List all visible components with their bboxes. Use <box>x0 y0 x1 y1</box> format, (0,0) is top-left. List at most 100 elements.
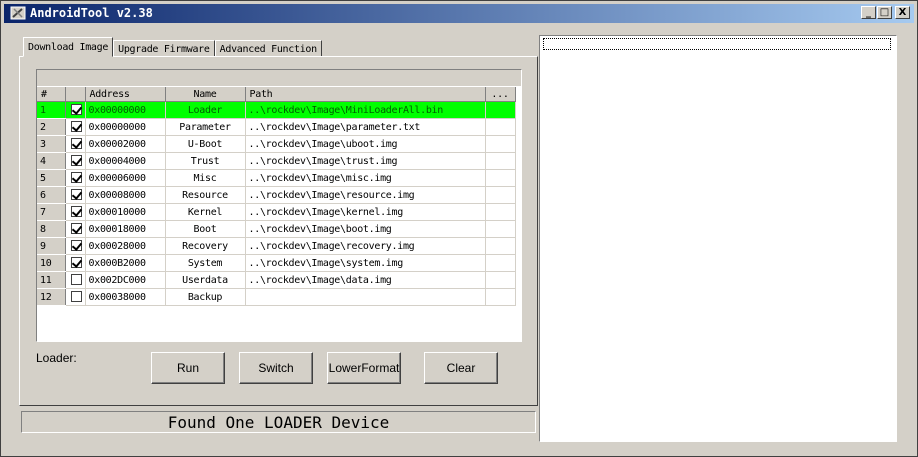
row-name[interactable]: Boot <box>165 220 246 238</box>
row-path[interactable]: ..\rockdev\Image\data.img <box>245 271 486 289</box>
row-more[interactable] <box>485 186 516 204</box>
tab-advanced-function[interactable]: Advanced Function <box>214 40 322 57</box>
row-path[interactable]: ..\rockdev\Image\recovery.img <box>245 237 486 255</box>
row-path[interactable] <box>245 288 486 306</box>
table-row[interactable]: 8 0x00018000 Boot ..\rockdev\Image\boot.img <box>37 220 516 238</box>
row-checkbox[interactable] <box>70 257 82 269</box>
col-path[interactable]: Path <box>245 87 486 102</box>
clear-button[interactable]: Clear <box>424 352 498 384</box>
row-name[interactable]: Userdata <box>165 271 246 289</box>
tab-download-image[interactable]: Download Image <box>23 37 114 57</box>
row-name[interactable]: Trust <box>165 152 246 170</box>
log-panel[interactable] <box>539 35 897 442</box>
col-index[interactable]: # <box>37 87 66 102</box>
row-more[interactable] <box>485 288 516 306</box>
tab-upgrade-firmware[interactable]: Upgrade Firmware <box>113 40 215 57</box>
row-more[interactable] <box>485 152 516 170</box>
row-name[interactable]: Backup <box>165 288 246 306</box>
row-more[interactable] <box>485 169 516 187</box>
col-more[interactable]: ... <box>485 87 516 102</box>
minimize-button[interactable]: _ <box>861 6 876 19</box>
row-more[interactable] <box>485 237 516 255</box>
row-address[interactable]: 0x00018000 <box>85 220 166 238</box>
row-more[interactable] <box>485 254 516 272</box>
col-name[interactable]: Name <box>165 87 246 102</box>
row-path[interactable]: ..\rockdev\Image\system.img <box>245 254 486 272</box>
row-checkbox[interactable] <box>70 104 82 116</box>
table-row[interactable]: 9 0x00028000 Recovery ..\rockdev\Image\reco… <box>37 237 516 255</box>
row-checkbox[interactable] <box>70 206 82 218</box>
row-checkbox-cell[interactable] <box>65 271 86 289</box>
row-checkbox[interactable] <box>70 240 82 252</box>
row-address[interactable]: 0x00038000 <box>85 288 166 306</box>
table-row[interactable]: 6 0x00008000 Resource ..\rockdev\Image\reso… <box>37 186 516 204</box>
row-checkbox-cell[interactable] <box>65 203 86 221</box>
table-row[interactable]: 10 0x000B2000 System ..\rockdev\Image\syste… <box>37 254 516 272</box>
row-checkbox-cell[interactable] <box>65 254 86 272</box>
row-path[interactable]: ..\rockdev\Image\boot.img <box>245 220 486 238</box>
row-name[interactable]: Misc <box>165 169 246 187</box>
row-address[interactable]: 0x00028000 <box>85 237 166 255</box>
row-checkbox-cell[interactable] <box>65 152 86 170</box>
col-check[interactable] <box>65 87 86 102</box>
row-checkbox-cell[interactable] <box>65 118 86 136</box>
row-more[interactable] <box>485 220 516 238</box>
table-row[interactable]: 11 0x002DC000 Userdata ..\rockdev\Image\dat… <box>37 271 516 289</box>
table-row[interactable]: 12 0x00038000 Backup <box>37 288 516 306</box>
row-checkbox-cell[interactable] <box>65 237 86 255</box>
row-checkbox[interactable] <box>70 223 82 235</box>
row-address[interactable]: 0x000B2000 <box>85 254 166 272</box>
row-address[interactable]: 0x00004000 <box>85 152 166 170</box>
row-checkbox[interactable] <box>70 172 82 184</box>
row-more[interactable] <box>485 101 516 119</box>
row-checkbox-cell[interactable] <box>65 220 86 238</box>
row-name[interactable]: Loader <box>165 101 246 119</box>
close-button[interactable]: X <box>895 6 910 19</box>
row-address[interactable]: 0x002DC000 <box>85 271 166 289</box>
row-address[interactable]: 0x00000000 <box>85 101 166 119</box>
row-checkbox-cell[interactable] <box>65 101 86 119</box>
row-name[interactable]: Parameter <box>165 118 246 136</box>
row-path[interactable]: ..\rockdev\Image\parameter.txt <box>245 118 486 136</box>
switch-button[interactable]: Switch <box>239 352 313 384</box>
table-row[interactable]: 1 0x00000000 Loader ..\rockdev\Image\MiniLo… <box>37 101 516 119</box>
row-path[interactable]: ..\rockdev\Image\kernel.img <box>245 203 486 221</box>
row-path[interactable]: ..\rockdev\Image\misc.img <box>245 169 486 187</box>
row-address[interactable]: 0x00010000 <box>85 203 166 221</box>
row-checkbox[interactable] <box>70 138 82 150</box>
table-row[interactable]: 4 0x00004000 Trust ..\rockdev\Image\trust.i… <box>37 152 516 170</box>
row-more[interactable] <box>485 203 516 221</box>
table-row[interactable]: 5 0x00006000 Misc ..\rockdev\Image\misc.img <box>37 169 516 187</box>
row-address[interactable]: 0x00002000 <box>85 135 166 153</box>
table-row[interactable]: 2 0x00000000 Parameter ..\rockdev\Image\par… <box>37 118 516 136</box>
row-more[interactable] <box>485 271 516 289</box>
row-checkbox-cell[interactable] <box>65 135 86 153</box>
maximize-button[interactable]: □ <box>877 6 892 19</box>
row-checkbox-cell[interactable] <box>65 186 86 204</box>
row-more[interactable] <box>485 118 516 136</box>
row-name[interactable]: Kernel <box>165 203 246 221</box>
row-checkbox[interactable] <box>70 189 82 201</box>
row-address[interactable]: 0x00000000 <box>85 118 166 136</box>
row-more[interactable] <box>485 135 516 153</box>
row-name[interactable]: System <box>165 254 246 272</box>
row-checkbox[interactable] <box>70 274 82 286</box>
row-path[interactable]: ..\rockdev\Image\uboot.img <box>245 135 486 153</box>
table-row[interactable]: 7 0x00010000 Kernel ..\rockdev\Image\kernel… <box>37 203 516 221</box>
row-checkbox-cell[interactable] <box>65 288 86 306</box>
row-address[interactable]: 0x00008000 <box>85 186 166 204</box>
row-name[interactable]: U-Boot <box>165 135 246 153</box>
col-address[interactable]: Address <box>85 87 166 102</box>
row-path[interactable]: ..\rockdev\Image\trust.img <box>245 152 486 170</box>
row-checkbox-cell[interactable] <box>65 169 86 187</box>
run-button[interactable]: Run <box>151 352 225 384</box>
row-address[interactable]: 0x00006000 <box>85 169 166 187</box>
row-checkbox[interactable] <box>70 291 82 303</box>
image-list[interactable]: # Address Name Path ... 1 0x00000000 Loade… <box>36 69 522 342</box>
table-row[interactable]: 3 0x00002000 U-Boot ..\rockdev\Image\uboot.… <box>37 135 516 153</box>
lowerformat-button[interactable]: LowerFormat <box>327 352 401 384</box>
row-path[interactable]: ..\rockdev\Image\resource.img <box>245 186 486 204</box>
row-name[interactable]: Recovery <box>165 237 246 255</box>
title-bar[interactable]: AndroidTool v2.38 _ □ X <box>4 4 914 23</box>
row-path[interactable]: ..\rockdev\Image\MiniLoaderAll.bin <box>245 101 486 119</box>
